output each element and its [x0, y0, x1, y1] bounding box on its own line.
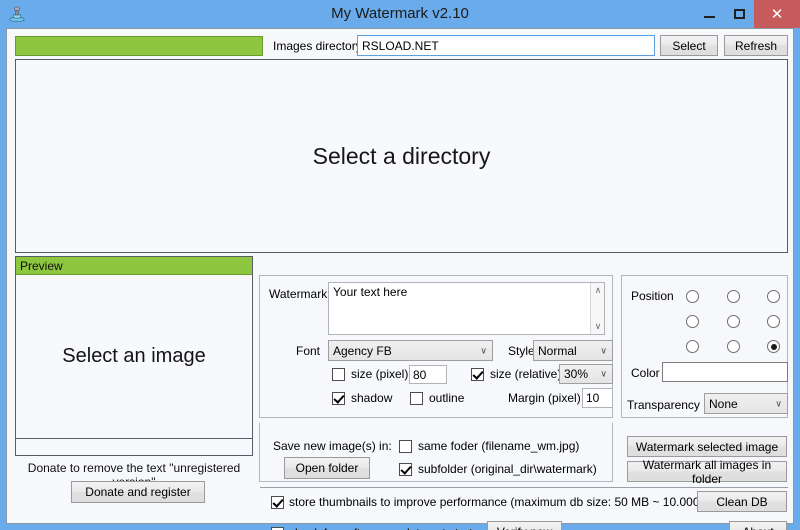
- size-pixel-input[interactable]: [409, 365, 447, 384]
- window-controls: ✕: [694, 0, 800, 28]
- shadow-label: shadow: [351, 391, 393, 405]
- style-select[interactable]: Normal ∨: [533, 340, 613, 361]
- outline-label: outline: [429, 391, 465, 405]
- watermark-text-input[interactable]: [328, 282, 605, 335]
- donate-and-register-button[interactable]: Donate and register: [71, 481, 205, 503]
- position-radio-top-center[interactable]: [727, 290, 740, 303]
- position-radio-top-left[interactable]: [686, 290, 699, 303]
- preview-empty-message: Select an image: [62, 345, 206, 367]
- preview-header: Preview: [16, 257, 252, 275]
- close-button[interactable]: ✕: [754, 0, 800, 28]
- clean-db-button[interactable]: Clean DB: [697, 491, 787, 512]
- font-select-value: Agency FB: [333, 343, 392, 358]
- chevron-down-icon: ∨: [600, 345, 607, 355]
- transparency-value: None: [709, 396, 738, 411]
- check-updates-label: check for software updates at startup: [289, 526, 486, 530]
- images-directory-input[interactable]: [357, 35, 655, 56]
- preview-panel: Preview Select an image: [15, 256, 253, 456]
- transparency-label: Transparency: [627, 398, 700, 412]
- verify-now-button[interactable]: Verify now: [487, 521, 562, 530]
- size-relative-label: size (relative): [490, 367, 562, 381]
- font-label: Font: [296, 344, 321, 358]
- size-relative-checkbox[interactable]: [471, 368, 484, 381]
- position-radio-bottom-center[interactable]: [727, 340, 740, 353]
- same-folder-checkbox[interactable]: [399, 440, 412, 453]
- style-label: Style: [508, 344, 535, 358]
- directory-status-bar: [15, 36, 263, 56]
- image-list-empty-message: Select a directory: [312, 142, 491, 169]
- watermark-all-images-button[interactable]: Watermark all images in folder: [627, 458, 787, 486]
- transparency-select[interactable]: None ∨: [704, 393, 788, 414]
- outline-checkbox[interactable]: [410, 392, 423, 405]
- size-pixel-checkbox[interactable]: [332, 368, 345, 381]
- save-location-label: Save new image(s) in:: [273, 439, 392, 453]
- minimize-icon: [703, 16, 715, 18]
- maximize-icon: [733, 9, 745, 19]
- application-window: My Watermark v2.10 ✕ Images directory Se…: [0, 0, 800, 530]
- subfolder-checkbox[interactable]: [399, 463, 412, 476]
- chevron-down-icon: ∨: [480, 345, 487, 355]
- chevron-down-icon: ∨: [600, 368, 607, 379]
- minimize-button[interactable]: [694, 0, 724, 28]
- position-radio-top-right[interactable]: [767, 290, 780, 303]
- color-label: Color: [631, 366, 660, 380]
- size-relative-value: 30%: [564, 367, 589, 381]
- maximize-button[interactable]: [724, 0, 754, 28]
- font-select[interactable]: Agency FB ∨: [328, 340, 493, 361]
- size-relative-select[interactable]: 30% ∨: [559, 364, 613, 384]
- open-folder-button[interactable]: Open folder: [284, 457, 370, 479]
- same-folder-label: same foder (filename_wm.jpg): [418, 439, 580, 453]
- store-thumbnails-label: store thumbnails to improve performance …: [289, 495, 729, 509]
- images-directory-label: Images directory: [273, 39, 362, 53]
- refresh-button[interactable]: Refresh: [724, 35, 788, 56]
- about-button[interactable]: About: [729, 521, 787, 530]
- position-radio-middle-center[interactable]: [727, 315, 740, 328]
- preview-status-bar: [16, 438, 252, 455]
- shadow-checkbox[interactable]: [332, 392, 345, 405]
- watermark-label: Watermark: [269, 287, 328, 301]
- image-list-panel[interactable]: Select a directory: [15, 59, 788, 253]
- title-bar: My Watermark v2.10 ✕: [0, 0, 800, 28]
- margin-input[interactable]: [582, 388, 613, 408]
- watermark-selected-image-button[interactable]: Watermark selected image: [627, 436, 787, 457]
- position-radio-middle-left[interactable]: [686, 315, 699, 328]
- window-title: My Watermark v2.10: [331, 5, 469, 22]
- subfolder-label: subfolder (original_dir\watermark): [418, 462, 597, 476]
- bottom-divider: [260, 487, 788, 488]
- scroll-down-icon[interactable]: ∨: [591, 320, 605, 333]
- position-radio-middle-right[interactable]: [767, 315, 780, 328]
- select-directory-button[interactable]: Select: [660, 35, 718, 56]
- chevron-down-icon: ∨: [775, 398, 782, 408]
- position-label: Position: [631, 289, 674, 303]
- client-area: Images directory Select Refresh Select a…: [6, 28, 794, 530]
- watermark-text-scrollbar[interactable]: ∧ ∨: [590, 283, 604, 334]
- scroll-up-icon[interactable]: ∧: [591, 284, 605, 297]
- store-thumbnails-checkbox[interactable]: [271, 496, 284, 509]
- color-swatch-field[interactable]: [662, 362, 788, 382]
- position-radio-bottom-left[interactable]: [686, 340, 699, 353]
- style-select-value: Normal: [538, 343, 577, 358]
- size-pixel-label: size (pixel): [351, 367, 409, 381]
- margin-label: Margin (pixel): [508, 391, 581, 405]
- position-radio-bottom-right[interactable]: [767, 340, 780, 353]
